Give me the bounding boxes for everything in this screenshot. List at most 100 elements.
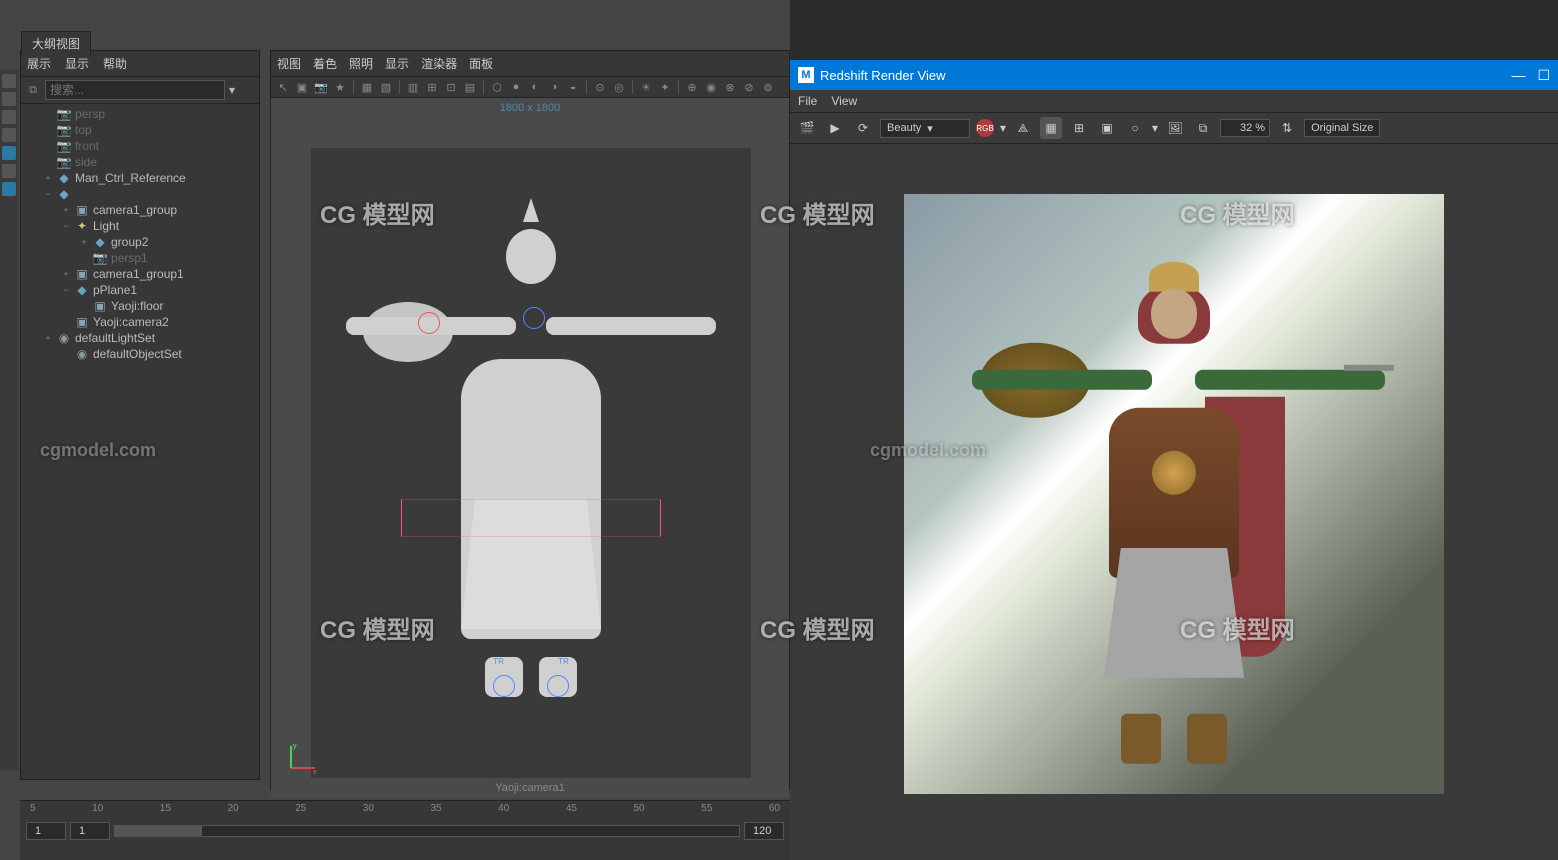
refresh-button[interactable]: ⟳: [852, 117, 874, 139]
viewport[interactable]: 1800 x 1800 TR: [271, 98, 789, 798]
frame-current-input[interactable]: 1: [70, 822, 110, 840]
expander-icon[interactable]: −: [43, 189, 53, 199]
ao-icon[interactable]: ◉: [703, 79, 719, 95]
expander-icon[interactable]: −: [61, 285, 71, 295]
chevron-down-icon[interactable]: ▾: [1152, 121, 1158, 135]
ribbon-tool-icon[interactable]: [2, 74, 16, 88]
region-icon[interactable]: ▦: [1040, 117, 1062, 139]
aa-icon[interactable]: ⊗: [722, 79, 738, 95]
dof-icon[interactable]: ⊘: [741, 79, 757, 95]
rv-menu-file[interactable]: File: [798, 94, 817, 108]
expander-icon[interactable]: +: [79, 237, 89, 247]
control-circle[interactable]: [523, 307, 545, 329]
tree-item-man-ctrl-reference[interactable]: +◆Man_Ctrl_Reference: [21, 170, 259, 186]
tree-item-default-light-set[interactable]: +◉defaultLightSet: [21, 330, 259, 346]
range-slider-track[interactable]: [114, 825, 740, 837]
tree-item-top[interactable]: 📷top: [21, 122, 259, 138]
light-icon[interactable]: ☀: [638, 79, 654, 95]
outliner-menu-show[interactable]: 显示: [65, 55, 89, 72]
tree-item-front[interactable]: 📷front: [21, 138, 259, 154]
original-size-button[interactable]: Original Size: [1304, 119, 1380, 137]
ribbon-tool-icon[interactable]: [2, 164, 16, 178]
frame-end-input[interactable]: 120: [744, 822, 784, 840]
render-button[interactable]: 🎬: [796, 117, 818, 139]
camera-icon[interactable]: 📷: [313, 79, 329, 95]
viewport-menu-lighting[interactable]: 照明: [349, 55, 373, 72]
outliner-menu-display[interactable]: 展示: [27, 55, 51, 72]
filter-icon[interactable]: ⧉: [25, 82, 41, 98]
grid-icon[interactable]: ▥: [405, 79, 421, 95]
render-view-titlebar[interactable]: M Redshift Render View — ☐: [790, 60, 1558, 90]
axis-gizmo[interactable]: y x: [281, 738, 321, 778]
zoom-input[interactable]: 32 %: [1220, 119, 1270, 137]
outliner-search-input[interactable]: [45, 80, 225, 100]
ribbon-tool-icon[interactable]: [2, 92, 16, 106]
timeline-ruler[interactable]: 5 10 15 20 25 30 35 40 45 50 55 60: [20, 801, 790, 816]
tree-item-yaoji-floor[interactable]: ▣Yaoji:floor: [21, 298, 259, 314]
isolate-icon[interactable]: ⊙: [592, 79, 608, 95]
freeze-icon[interactable]: ○: [1124, 117, 1146, 139]
save-snapshot-icon[interactable]: ⧉: [1192, 117, 1214, 139]
xray-icon[interactable]: ◎: [611, 79, 627, 95]
select-icon[interactable]: ↖: [275, 79, 291, 95]
frame-start-input[interactable]: 1: [26, 822, 66, 840]
film-gate-icon[interactable]: ⊞: [424, 79, 440, 95]
tree-item-group2[interactable]: +◆group2: [21, 234, 259, 250]
tree-item-camera1-group[interactable]: +▣camera1_group: [21, 202, 259, 218]
rgb-channel-badge[interactable]: RGB: [976, 119, 994, 137]
tree-item-persp[interactable]: 📷persp: [21, 106, 259, 122]
light-icon[interactable]: ✦: [657, 79, 673, 95]
tree-item-default-object-set[interactable]: ◉defaultObjectSet: [21, 346, 259, 362]
crop-icon[interactable]: ⟁: [1012, 117, 1034, 139]
bucket-icon[interactable]: ▣: [1096, 117, 1118, 139]
control-plane[interactable]: [401, 499, 661, 536]
expander-icon[interactable]: +: [43, 173, 53, 183]
ribbon-tool-icon[interactable]: [2, 182, 16, 196]
tree-item-pplane1[interactable]: −◆pPlane1: [21, 282, 259, 298]
image-plane-icon[interactable]: ▧: [378, 79, 394, 95]
tree-item-light[interactable]: −✦Light: [21, 218, 259, 234]
viewport-menu-shading[interactable]: 着色: [313, 55, 337, 72]
outliner-tab[interactable]: 大纲视图: [21, 31, 91, 55]
ipr-button[interactable]: ▶: [824, 117, 846, 139]
gate-mask-icon[interactable]: ▤: [462, 79, 478, 95]
grid-icon[interactable]: ⊞: [1068, 117, 1090, 139]
ribbon-tool-icon[interactable]: [2, 110, 16, 124]
expander-icon[interactable]: +: [61, 269, 71, 279]
wireframe-icon[interactable]: ⬡: [489, 79, 505, 95]
outliner-menu-help[interactable]: 帮助: [103, 55, 127, 72]
snapshot-icon[interactable]: 🖼: [1164, 117, 1186, 139]
outliner-search-dropdown[interactable]: ▾: [229, 83, 235, 97]
viewport-menu-renderer[interactable]: 渲染器: [421, 55, 457, 72]
range-slider-handle[interactable]: [115, 826, 202, 836]
aov-dropdown[interactable]: Beauty ▾: [880, 119, 970, 138]
resolution-gate-icon[interactable]: ⊡: [443, 79, 459, 95]
tree-item-persp1[interactable]: 📷persp1: [21, 250, 259, 266]
ribbon-tool-icon[interactable]: [2, 128, 16, 142]
viewport-menu-view[interactable]: 视图: [277, 55, 301, 72]
zoom-stepper-icon[interactable]: ⇅: [1276, 117, 1298, 139]
control-circle[interactable]: [418, 312, 440, 334]
render-view-viewport[interactable]: [790, 144, 1558, 844]
viewport-menu-panels[interactable]: 面板: [469, 55, 493, 72]
expander-icon[interactable]: +: [43, 333, 53, 343]
bookmark-icon[interactable]: ★: [332, 79, 348, 95]
expander-icon[interactable]: −: [61, 221, 71, 231]
foot-control-r[interactable]: [547, 675, 569, 697]
minimize-button[interactable]: —: [1511, 67, 1525, 84]
textured-icon[interactable]: ◐: [527, 79, 543, 95]
tree-item-group[interactable]: −◆: [21, 186, 259, 202]
tree-item-yaoji-camera2[interactable]: ▣Yaoji:camera2: [21, 314, 259, 330]
motion-blur-icon[interactable]: ⊕: [684, 79, 700, 95]
render-icon[interactable]: ▦: [359, 79, 375, 95]
shadows-icon[interactable]: ◒: [565, 79, 581, 95]
viewport-menu-show[interactable]: 显示: [385, 55, 409, 72]
camera-icon[interactable]: ▣: [294, 79, 310, 95]
exposure-icon[interactable]: ⊚: [760, 79, 776, 95]
rv-menu-view[interactable]: View: [831, 94, 857, 108]
smooth-shade-icon[interactable]: ●: [508, 79, 524, 95]
tree-item-camera1-group1[interactable]: +▣camera1_group1: [21, 266, 259, 282]
character-model[interactable]: TR TR: [321, 177, 741, 697]
tree-item-side[interactable]: 📷side: [21, 154, 259, 170]
use-lights-icon[interactable]: ◑: [546, 79, 562, 95]
